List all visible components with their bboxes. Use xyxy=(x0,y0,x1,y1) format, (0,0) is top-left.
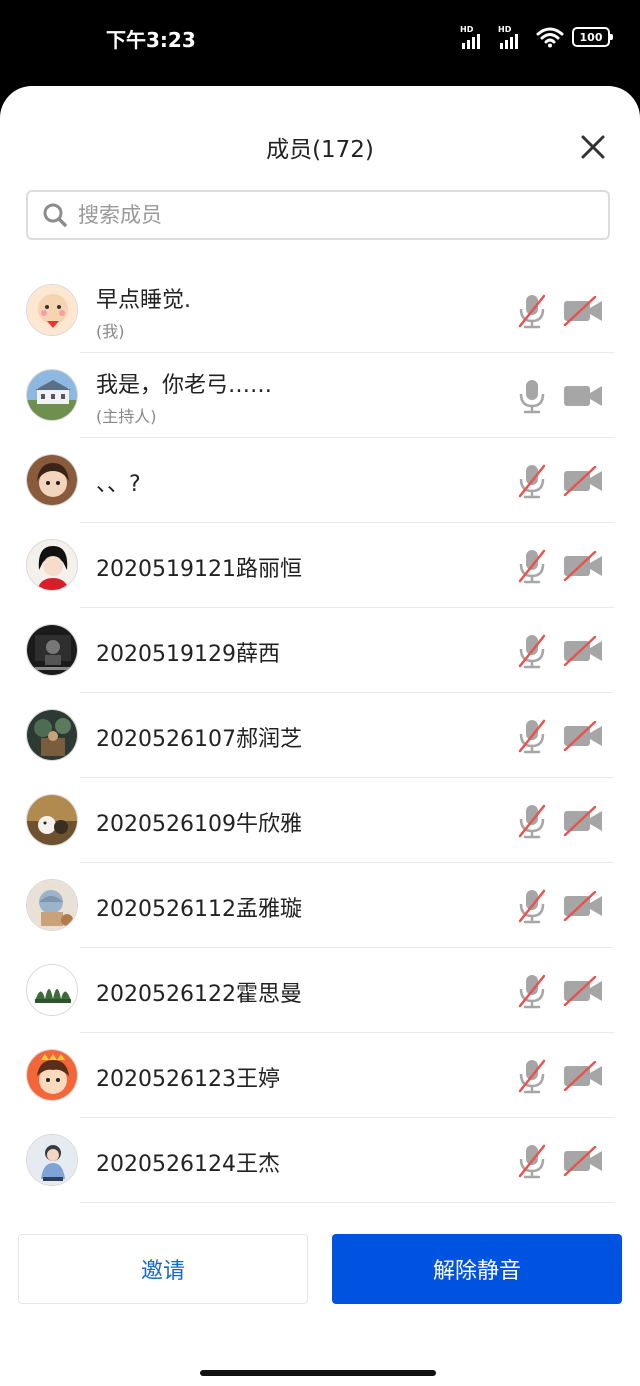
mic-muted-icon xyxy=(518,719,546,754)
member-name: 2020526124王杰 xyxy=(96,1152,280,1177)
avatar xyxy=(26,1134,78,1186)
member-role: (我) xyxy=(96,322,125,341)
mic-muted-icon xyxy=(518,549,546,584)
avatar xyxy=(26,284,78,336)
camera-off-icon xyxy=(563,806,602,836)
camera-icon xyxy=(564,386,602,406)
mic-muted-icon xyxy=(518,634,546,669)
mic-muted-icon xyxy=(518,1059,546,1094)
member-row[interactable]: 早点睡觉. (我) xyxy=(0,268,640,353)
signal-icon: HD xyxy=(460,25,490,49)
status-time: 下午3:23 xyxy=(106,28,196,52)
camera-off-icon xyxy=(563,721,602,751)
camera-off-icon xyxy=(563,1146,602,1176)
mic-muted-icon xyxy=(518,804,546,839)
member-role: (主持人) xyxy=(96,407,157,426)
members-sheet: 成员(172) 早点睡觉. (我) xyxy=(0,86,640,1386)
member-list: 早点睡觉. (我) 我是，你老弓…… (主持人) 、、? 2020519121路… xyxy=(0,268,640,1203)
member-row[interactable]: 、、? xyxy=(0,438,640,523)
signal-icon: HD xyxy=(498,25,528,49)
avatar xyxy=(26,454,78,506)
member-row[interactable]: 2020526123王婷 xyxy=(0,1033,640,1118)
camera-off-icon xyxy=(563,551,602,581)
member-name: 2020526107郝润芝 xyxy=(96,727,302,752)
status-icons: HD HD 100 xyxy=(460,24,613,50)
avatar xyxy=(26,879,78,931)
avatar xyxy=(26,1049,78,1101)
member-name: 我是，你老弓…… xyxy=(96,373,273,398)
member-name: 2020526122霍思曼 xyxy=(96,982,302,1007)
camera-off-icon xyxy=(563,636,602,666)
member-row[interactable]: 2020526109牛欣雅 xyxy=(0,778,640,863)
mic-muted-icon xyxy=(518,464,546,499)
unmute-button[interactable]: 解除静音 xyxy=(332,1234,622,1304)
battery-icon: 100 xyxy=(572,27,613,47)
avatar xyxy=(26,794,78,846)
member-name: 2020526112孟雅璇 xyxy=(96,897,302,922)
status-bar: 下午3:23 HD HD 100 xyxy=(0,0,640,86)
member-name: 2020519121路丽恒 xyxy=(96,557,302,582)
member-row[interactable]: 2020526122霍思曼 xyxy=(0,948,640,1033)
member-name: 2020526123王婷 xyxy=(96,1067,280,1092)
camera-off-icon xyxy=(563,296,602,326)
camera-off-icon xyxy=(563,891,602,921)
avatar xyxy=(26,539,78,591)
member-row[interactable]: 2020526112孟雅璇 xyxy=(0,863,640,948)
member-name: 、、? xyxy=(96,472,141,497)
camera-off-icon xyxy=(563,976,602,1006)
mic-muted-icon xyxy=(518,1144,546,1179)
page-title: 成员(172) xyxy=(266,137,374,163)
invite-button[interactable]: 邀请 xyxy=(18,1234,308,1304)
member-row[interactable]: 2020519129薛西 xyxy=(0,608,640,693)
mic-muted-icon xyxy=(518,294,546,329)
avatar xyxy=(26,709,78,761)
signal-hd-label: HD xyxy=(460,25,474,34)
member-row[interactable]: 我是，你老弓…… (主持人) xyxy=(0,353,640,438)
search-box[interactable] xyxy=(26,190,610,240)
member-row[interactable]: 2020519121路丽恒 xyxy=(0,523,640,608)
camera-off-icon xyxy=(563,466,602,496)
mic-icon xyxy=(519,380,545,414)
mic-muted-icon xyxy=(518,974,546,1009)
divider xyxy=(80,1202,614,1203)
avatar xyxy=(26,964,78,1016)
search-icon xyxy=(42,202,68,228)
wifi-icon xyxy=(536,27,564,48)
camera-off-icon xyxy=(563,1061,602,1091)
member-row[interactable]: 2020526107郝润芝 xyxy=(0,693,640,778)
avatar xyxy=(26,369,78,421)
member-name: 早点睡觉. xyxy=(96,288,191,313)
home-indicator[interactable] xyxy=(200,1370,436,1376)
member-name: 2020526109牛欣雅 xyxy=(96,812,302,837)
close-icon xyxy=(581,135,605,159)
mic-muted-icon xyxy=(518,889,546,924)
signal-hd-label: HD xyxy=(498,25,512,34)
close-button[interactable] xyxy=(576,130,610,164)
member-name: 2020519129薛西 xyxy=(96,642,280,667)
member-row[interactable]: 2020526124王杰 xyxy=(0,1118,640,1203)
search-input[interactable] xyxy=(76,202,608,228)
avatar xyxy=(26,624,78,676)
